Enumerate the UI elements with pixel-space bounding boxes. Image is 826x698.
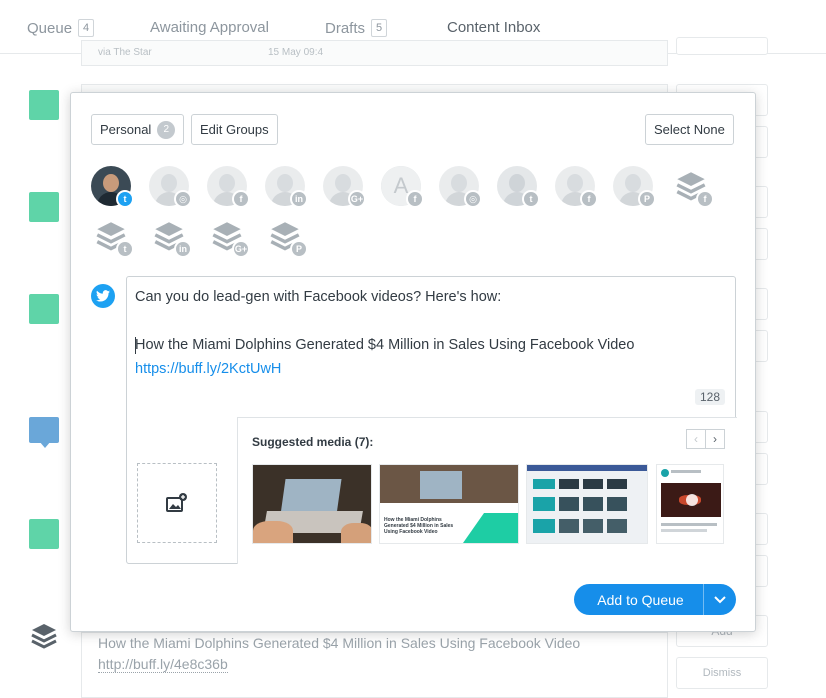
background-post-link-text: http://buff.ly/4e8c36b bbox=[98, 656, 228, 673]
source-logo bbox=[29, 294, 59, 324]
thumbnail-caption: How the Miami Dolphins Generated $4 Mill… bbox=[384, 517, 454, 535]
profile-group-facebook[interactable]: f bbox=[671, 166, 714, 208]
edit-groups-label: Edit Groups bbox=[200, 122, 269, 137]
twitter-icon: t bbox=[116, 190, 134, 208]
facebook-icon: f bbox=[580, 190, 598, 208]
select-none-label: Select None bbox=[654, 122, 725, 137]
profile-avatar-facebook[interactable]: f bbox=[555, 166, 598, 208]
pinterest-icon: P bbox=[290, 240, 308, 258]
suggested-media-title: Suggested media (7): bbox=[252, 435, 374, 449]
profile-avatar-instagram[interactable]: ◎ bbox=[439, 166, 482, 208]
facebook-icon: f bbox=[406, 190, 424, 208]
profile-avatar-twitter[interactable]: t bbox=[497, 166, 540, 208]
pinterest-icon: P bbox=[638, 190, 656, 208]
source-logo bbox=[29, 192, 59, 222]
composer-link[interactable]: https://buff.ly/2KctUwH bbox=[135, 361, 281, 377]
add-image-icon bbox=[166, 493, 187, 512]
comment-source-icon bbox=[29, 417, 59, 448]
suggested-media-thumbnail[interactable]: How the Miami Dolphins Generated $4 Mill… bbox=[379, 464, 519, 544]
dismiss-button-label: Dismiss bbox=[702, 667, 742, 679]
layers-icon bbox=[30, 622, 58, 655]
background-side-button[interactable] bbox=[676, 37, 768, 55]
tab-queue-count: 4 bbox=[78, 19, 95, 37]
dismiss-button[interactable]: Dismiss bbox=[676, 657, 768, 689]
linkedin-icon: in bbox=[290, 190, 308, 208]
instagram-icon: ◎ bbox=[174, 190, 192, 208]
background-card: via The Star 15 May 09:4 bbox=[81, 40, 668, 66]
tab-awaiting-approval-label: Awaiting Approval bbox=[150, 19, 269, 36]
twitter-icon: t bbox=[116, 240, 134, 258]
profile-avatar-google-plus[interactable]: G+ bbox=[323, 166, 366, 208]
google-plus-icon: G+ bbox=[232, 240, 250, 258]
chevron-down-icon[interactable] bbox=[704, 595, 736, 604]
profile-avatar-instagram[interactable]: ◎ bbox=[149, 166, 192, 208]
add-to-queue-button[interactable]: Add to Queue bbox=[574, 584, 736, 615]
facebook-icon: f bbox=[232, 190, 250, 208]
profile-group-twitter[interactable]: t bbox=[91, 216, 134, 258]
tab-content-inbox[interactable]: Content Inbox bbox=[447, 19, 541, 53]
twitter-icon bbox=[91, 284, 115, 308]
composer-text-line: Can you do lead-gen with Facebook videos… bbox=[135, 289, 502, 305]
suggested-media-thumbnail[interactable] bbox=[526, 464, 648, 544]
character-count: 128 bbox=[694, 389, 725, 405]
instagram-icon: ◎ bbox=[464, 190, 482, 208]
suggested-media-thumbnail[interactable] bbox=[252, 464, 372, 544]
source-logo bbox=[29, 90, 59, 120]
select-none-button[interactable]: Select None bbox=[645, 114, 734, 145]
profile-group-google-plus[interactable]: G+ bbox=[207, 216, 250, 258]
tab-content-inbox-label: Content Inbox bbox=[447, 19, 541, 36]
profile-avatar-twitter[interactable]: t bbox=[91, 166, 134, 208]
upload-media-button[interactable] bbox=[137, 463, 217, 543]
profile-avatar-linkedin[interactable]: in bbox=[265, 166, 308, 208]
linkedin-icon: in bbox=[174, 240, 192, 258]
composer-text-line: How the Miami Dolphins Generated $4 Mill… bbox=[135, 337, 635, 353]
personal-group-label: Personal bbox=[100, 122, 152, 137]
background-card-date: 15 May 09:4 bbox=[268, 47, 324, 58]
tab-awaiting-approval[interactable]: Awaiting Approval bbox=[150, 19, 269, 36]
profile-avatar-facebook-page[interactable]: A f bbox=[381, 166, 424, 208]
twitter-icon: t bbox=[522, 190, 540, 208]
tab-drafts[interactable]: Drafts 5 bbox=[325, 19, 388, 37]
profile-avatar-facebook[interactable]: f bbox=[207, 166, 250, 208]
profile-group-linkedin[interactable]: in bbox=[149, 216, 192, 258]
media-prev-button[interactable]: ‹ bbox=[686, 429, 706, 449]
facebook-icon: f bbox=[696, 190, 714, 208]
background-card-source: via The Star bbox=[98, 47, 152, 58]
media-next-button[interactable]: › bbox=[705, 429, 725, 449]
composer-textarea[interactable]: Can you do lead-gen with Facebook videos… bbox=[126, 276, 737, 564]
tab-drafts-count: 5 bbox=[371, 19, 388, 37]
composer-modal: Personal 2 Edit Groups Select None t ◎ f… bbox=[70, 92, 756, 632]
tab-queue[interactable]: Queue 4 bbox=[27, 19, 95, 37]
background-post-link[interactable]: http://buff.ly/4e8c36b bbox=[98, 656, 228, 673]
personal-group-count: 2 bbox=[157, 120, 176, 139]
background-post-title: How the Miami Dolphins Generated $4 Mill… bbox=[98, 635, 581, 651]
tab-drafts-label: Drafts bbox=[325, 19, 366, 37]
suggested-media-panel: Suggested media (7): ‹ › How the Miami D… bbox=[237, 417, 737, 564]
suggested-media-thumbnail[interactable] bbox=[656, 464, 724, 544]
tab-queue-label: Queue bbox=[27, 19, 73, 37]
personal-group-button[interactable]: Personal 2 bbox=[91, 114, 185, 145]
profile-avatar-pinterest[interactable]: P bbox=[613, 166, 656, 208]
add-to-queue-label: Add to Queue bbox=[597, 591, 684, 608]
google-plus-icon: G+ bbox=[348, 190, 366, 208]
edit-groups-button[interactable]: Edit Groups bbox=[191, 114, 278, 145]
source-logo bbox=[29, 519, 59, 549]
profile-group-pinterest[interactable]: P bbox=[265, 216, 308, 258]
